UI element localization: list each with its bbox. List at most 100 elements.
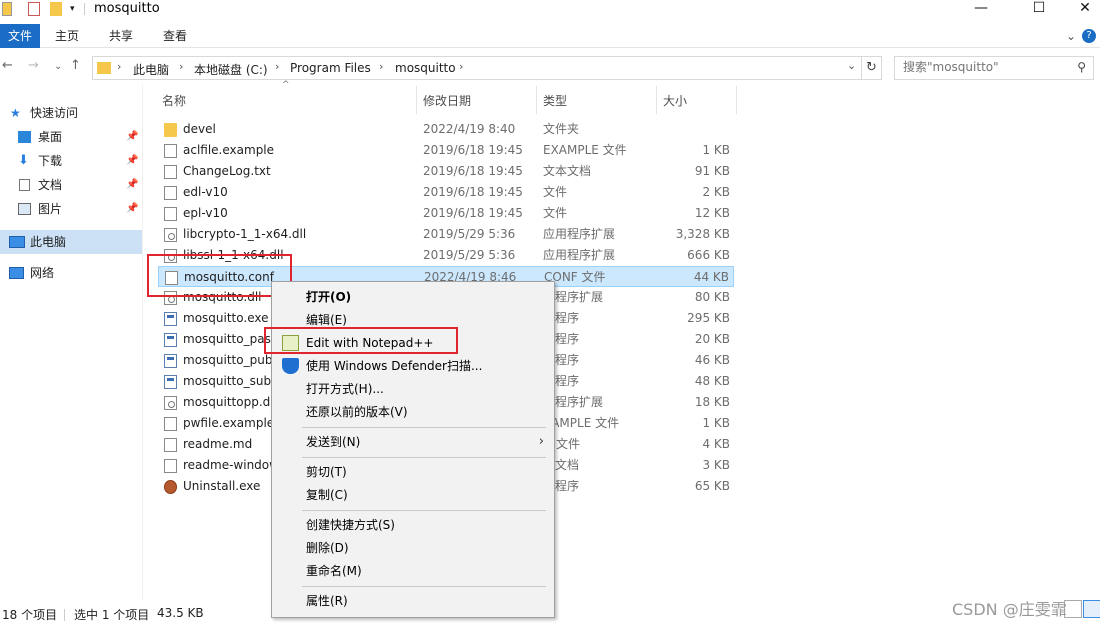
file-name: readme-windows.txt (183, 458, 283, 472)
column-header-modified[interactable]: 修改日期 (423, 92, 471, 109)
breadcrumb-separator[interactable]: › (275, 60, 279, 73)
address-dropdown-icon[interactable]: ⌄ (847, 59, 856, 72)
breadcrumb-separator[interactable]: › (179, 60, 183, 73)
tab-view[interactable]: 查看 (158, 24, 192, 48)
file-type: 文件 (543, 206, 568, 220)
menu-item-9[interactable]: 剪切(T) (272, 461, 554, 483)
file-size: 80 KB (694, 290, 730, 304)
refresh-button[interactable]: ↻ (862, 56, 882, 80)
tab-file[interactable]: 文件 (0, 24, 40, 48)
recent-locations-button[interactable]: ⌄ (54, 61, 62, 72)
file-row[interactable]: edl-v10 2019/6/18 19:45 文件 2 KB (158, 182, 734, 203)
menu-item-4[interactable]: 打开方式(H)... (272, 378, 554, 400)
breadcrumb-this-pc[interactable]: 此电脑 (133, 61, 169, 78)
pin-icon[interactable]: 📌 (126, 197, 138, 221)
tab-share[interactable]: 共享 (104, 24, 138, 48)
menu-item-13[interactable]: 删除(D) (272, 537, 554, 559)
file-name: mosquittopp.dll (183, 395, 277, 409)
up-button[interactable]: ↑ (70, 58, 81, 73)
file-size: 295 KB (687, 311, 730, 325)
search-icon[interactable]: ⚲ (1077, 60, 1086, 74)
breadcrumb-program-files[interactable]: Program Files (290, 61, 371, 75)
breadcrumb-separator[interactable]: › (117, 60, 121, 73)
column-divider[interactable] (656, 86, 657, 114)
menu-item-label: 剪切(T) (306, 465, 347, 479)
menu-separator (302, 510, 546, 511)
breadcrumb-local-disk[interactable]: 本地磁盘 (C:) (194, 61, 268, 78)
menu-item-label: 删除(D) (306, 541, 349, 555)
column-header-type[interactable]: 类型 (543, 92, 567, 109)
file-type: 文件 (543, 185, 568, 199)
menu-item-windows-defender[interactable]: 使用 Windows Defender扫描... (272, 355, 554, 377)
file-size: 48 KB (694, 374, 730, 388)
search-box[interactable]: ⚲ (894, 56, 1094, 80)
pane-divider[interactable] (142, 84, 143, 600)
status-divider (64, 609, 65, 621)
sidebar-item-pictures[interactable]: 图片 📌 (0, 197, 142, 221)
sidebar-item-label: 文档 (38, 178, 63, 192)
file-modified: 2019/6/18 19:45 (423, 185, 523, 199)
maximize-button[interactable]: ☐ (1016, 0, 1062, 18)
app-icon (164, 354, 177, 368)
file-modified: 2022/4/19 8:40 (423, 122, 516, 136)
menu-item-5[interactable]: 还原以前的版本(V) (272, 401, 554, 423)
sidebar-item-documents[interactable]: 文档 📌 (0, 173, 142, 197)
navigation-bar: ← → ⌄ ↑ › 此电脑 › 本地磁盘 (C:) › Program File… (0, 54, 1100, 80)
column-header-name[interactable]: 名称 (162, 92, 186, 109)
properties-icon[interactable] (28, 2, 40, 16)
sidebar-item-label: 下载 (38, 154, 63, 168)
breadcrumb-separator[interactable]: › (379, 60, 383, 73)
quick-access-dropdown-icon[interactable]: ▾ (70, 4, 75, 18)
sidebar-item-quick-access[interactable]: ★ 快速访问 (0, 101, 142, 125)
large-icons-view-button[interactable] (1083, 600, 1100, 618)
menu-item-12[interactable]: 创建快捷方式(S) (272, 514, 554, 536)
sidebar-item-downloads[interactable]: ⬇ 下载 📌 (0, 149, 142, 173)
column-divider[interactable] (536, 86, 537, 114)
menu-item-10[interactable]: 复制(C) (272, 484, 554, 506)
file-row[interactable]: epl-v10 2019/6/18 19:45 文件 12 KB (158, 203, 734, 224)
sidebar-item-label: 快速访问 (30, 106, 79, 120)
menu-item-label: 重命名(M) (306, 564, 362, 578)
new-folder-icon[interactable] (50, 2, 62, 16)
menu-item-0[interactable]: 打开(O) (272, 286, 554, 308)
file-modified: 2019/5/29 5:36 (423, 248, 516, 262)
sidebar-item-this-pc[interactable]: 此电脑 (0, 230, 142, 254)
tab-home[interactable]: 主页 (50, 24, 84, 48)
menu-item-label: 创建快捷方式(S) (306, 518, 395, 532)
file-row[interactable]: devel 2022/4/19 8:40 文件夹 (158, 119, 734, 140)
forward-button[interactable]: → (28, 58, 39, 73)
app-icon (164, 312, 177, 326)
sidebar-item-network[interactable]: 网络 (0, 261, 142, 285)
help-icon[interactable]: ? (1082, 29, 1096, 43)
minimize-button[interactable]: — (958, 0, 1004, 18)
file-name: ChangeLog.txt (183, 164, 271, 178)
close-button[interactable]: ✕ (1062, 0, 1100, 18)
file-modified: 2019/6/18 19:45 (423, 206, 523, 220)
column-divider[interactable] (736, 86, 737, 114)
search-input[interactable] (903, 60, 1073, 74)
file-row[interactable]: libcrypto-1_1-x64.dll 2019/5/29 5:36 应用程序扩… (158, 224, 734, 245)
address-bar[interactable]: › 此电脑 › 本地磁盘 (C:) › Program Files › mosq… (92, 56, 862, 80)
pin-icon[interactable]: 📌 (126, 125, 138, 149)
pin-icon[interactable]: 📌 (126, 173, 138, 197)
file-modified: 2019/6/18 19:45 (423, 143, 523, 157)
menu-item-7[interactable]: 发送到(N) › (272, 431, 554, 453)
file-icon (164, 144, 177, 158)
file-row[interactable]: ChangeLog.txt 2019/6/18 19:45 文本文档 91 KB (158, 161, 734, 182)
file-name: devel (183, 122, 216, 136)
breadcrumb-mosquitto[interactable]: mosquitto (395, 61, 456, 75)
menu-item-label: 使用 Windows Defender扫描... (306, 359, 483, 373)
file-row[interactable]: aclfile.example 2019/6/18 19:45 EXAMPLE 文件… (158, 140, 734, 161)
menu-item-14[interactable]: 重命名(M) (272, 560, 554, 582)
back-button[interactable]: ← (2, 58, 13, 73)
column-header-size[interactable]: 大小 (663, 92, 687, 109)
file-size: 65 KB (694, 479, 730, 493)
ribbon-expand-icon[interactable]: ⌄ (1064, 24, 1078, 48)
sidebar-item-desktop[interactable]: 桌面 📌 (0, 125, 142, 149)
status-selection-size: 43.5 KB (157, 606, 204, 620)
file-icon (164, 207, 177, 221)
file-name: mosquitto_sub.exe (183, 374, 283, 388)
column-divider[interactable] (416, 86, 417, 114)
breadcrumb-separator[interactable]: › (459, 60, 463, 73)
pin-icon[interactable]: 📌 (126, 149, 138, 173)
